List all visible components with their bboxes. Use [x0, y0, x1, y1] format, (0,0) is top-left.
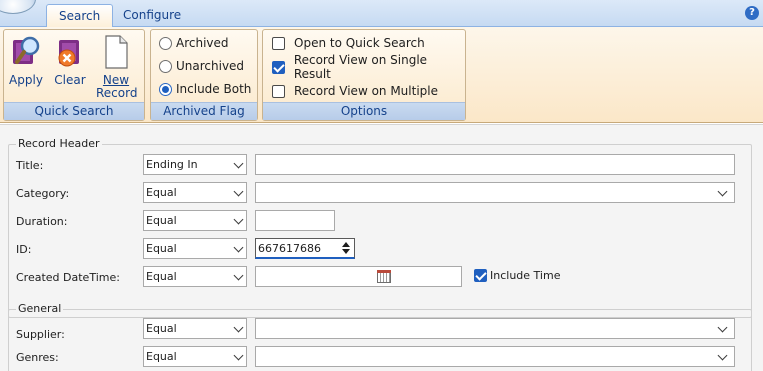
clear-eraser-icon: [58, 40, 79, 67]
radio-circle-selected[interactable]: [159, 82, 172, 96]
id-operator-dropdown[interactable]: Equal: [143, 238, 247, 259]
chevron-down-icon: [717, 186, 728, 197]
chevron-down-icon: [717, 322, 728, 333]
supplier-label: Supplier:: [16, 328, 65, 341]
title-input[interactable]: [255, 154, 735, 175]
group-quick-search: Apply Clear New Record Quick Search: [3, 29, 145, 121]
clear-label: Clear: [54, 73, 86, 87]
chevron-down-icon: [233, 350, 244, 361]
category-operator-value: Equal: [146, 186, 177, 199]
created-datetime-label: Created DateTime:: [16, 271, 120, 284]
duration-operator-value: Equal: [146, 214, 177, 227]
title-label: Title:: [16, 159, 44, 172]
radio-unarchived[interactable]: Unarchived: [159, 56, 244, 76]
general-legend: General: [16, 302, 64, 315]
chevron-down-icon: [233, 322, 244, 333]
radio-circle[interactable]: [159, 59, 172, 73]
search-form: Record Header Title: Ending In Category:…: [0, 124, 763, 371]
id-spin-input[interactable]: 667617686: [255, 238, 355, 259]
record-header-legend: Record Header: [16, 137, 102, 150]
id-operator-value: Equal: [146, 242, 177, 255]
new-record-label-line2: Record: [96, 86, 138, 100]
created-datetime-operator-dropdown[interactable]: Equal: [143, 266, 247, 287]
help-icon[interactable]: ?: [745, 6, 759, 20]
checkbox-checked[interactable]: [474, 269, 487, 282]
include-time-checkbox[interactable]: Include Time: [474, 269, 560, 282]
duration-operator-dropdown[interactable]: Equal: [143, 210, 247, 231]
category-operator-dropdown[interactable]: Equal: [143, 182, 247, 203]
option-record-view-multiple[interactable]: Record View on Multiple: [272, 81, 438, 101]
created-datetime-operator-value: Equal: [146, 270, 177, 283]
chevron-down-icon: [717, 350, 728, 361]
option-open-to-quick-search[interactable]: Open to Quick Search: [272, 33, 425, 53]
id-value: 667617686: [258, 242, 321, 255]
chevron-down-icon: [233, 242, 244, 253]
option-label: Record View on Single Result: [293, 53, 428, 81]
radio-include-both-label: Include Both: [176, 82, 252, 96]
duration-label: Duration:: [16, 215, 68, 228]
radio-circle[interactable]: [159, 36, 172, 50]
checkbox[interactable]: [272, 84, 285, 98]
group-options: Open to Quick Search Record View on Sing…: [262, 29, 466, 121]
magnifier-apply-icon: [13, 36, 40, 64]
option-label: Record View on Multiple: [294, 84, 438, 98]
apply-button[interactable]: Apply: [6, 34, 46, 102]
include-time-label: Include Time: [490, 269, 561, 282]
id-label: ID:: [16, 243, 32, 256]
spinner-arrows-icon[interactable]: [341, 241, 351, 256]
option-label: Open to Quick Search: [294, 36, 425, 50]
group-caption-options: Options: [263, 102, 465, 120]
tab-search[interactable]: Search: [46, 4, 114, 27]
radio-unarchived-label: Unarchived: [176, 59, 245, 73]
duration-input[interactable]: [255, 210, 335, 231]
new-record-button[interactable]: New Record: [96, 34, 138, 102]
new-document-icon: [105, 35, 128, 69]
supplier-value-dropdown[interactable]: [255, 318, 735, 339]
chevron-down-icon: [233, 214, 244, 225]
group-caption-quick-search: Quick Search: [4, 102, 144, 120]
genres-operator-value: Equal: [146, 350, 177, 363]
chevron-down-icon: [233, 186, 244, 197]
chevron-down-icon: [233, 158, 244, 169]
genres-value-dropdown[interactable]: [255, 346, 735, 367]
option-record-view-single[interactable]: Record View on Single Result: [272, 53, 465, 81]
ribbon-tab-strip: Search Configure ?: [0, 0, 763, 27]
clear-button[interactable]: Clear: [50, 34, 90, 102]
checkbox-checked[interactable]: [272, 60, 285, 74]
group-caption-archived-flag: Archived Flag: [151, 102, 257, 120]
created-datetime-input[interactable]: [255, 266, 462, 287]
radio-include-both[interactable]: Include Both: [159, 79, 251, 99]
ribbon: Apply Clear New Record Quick Search Arch…: [0, 27, 763, 123]
calendar-icon[interactable]: [377, 270, 391, 283]
category-label: Category:: [16, 187, 70, 200]
title-operator-dropdown[interactable]: Ending In: [143, 154, 247, 175]
supplier-operator-dropdown[interactable]: Equal: [143, 318, 247, 339]
genres-label: Genres:: [16, 351, 59, 364]
category-value-dropdown[interactable]: [255, 182, 735, 203]
group-archived-flag: Archived Unarchived Include Both Archive…: [150, 29, 258, 121]
apply-label: Apply: [9, 73, 43, 87]
chevron-down-icon: [233, 270, 244, 281]
radio-archived-label: Archived: [176, 36, 229, 50]
application-menu-button[interactable]: [0, 0, 36, 14]
tab-configure[interactable]: Configure: [111, 4, 193, 27]
genres-operator-dropdown[interactable]: Equal: [143, 346, 247, 367]
checkbox[interactable]: [272, 36, 285, 50]
supplier-operator-value: Equal: [146, 322, 177, 335]
title-operator-value: Ending In: [146, 158, 198, 171]
radio-archived[interactable]: Archived: [159, 33, 229, 53]
